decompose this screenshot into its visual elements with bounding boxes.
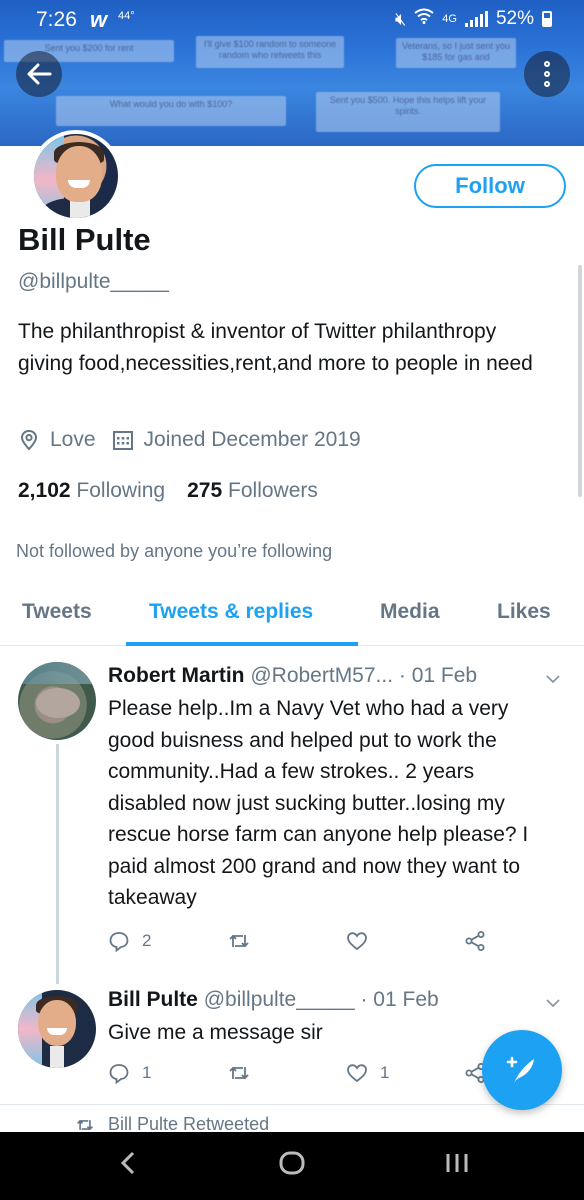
followers-link[interactable]: 275 Followers bbox=[187, 479, 318, 502]
profile-bio: The philanthropist & inventor of Twitter… bbox=[18, 320, 533, 375]
retweet-button[interactable] bbox=[228, 1062, 262, 1084]
wifi-icon bbox=[414, 8, 434, 30]
more-vertical-icon bbox=[544, 61, 550, 87]
battery-percent: 52% bbox=[495, 8, 534, 29]
thread-connector-line bbox=[56, 744, 59, 984]
profile-location: Love bbox=[50, 428, 96, 451]
mute-icon: 🔇︎ bbox=[394, 8, 407, 29]
nav-home-icon[interactable] bbox=[278, 1148, 306, 1178]
profile-tabs: Tweets Tweets & replies Media Likes bbox=[0, 582, 584, 646]
location-pin-icon bbox=[20, 429, 38, 451]
retweet-icon bbox=[229, 934, 249, 948]
more-options-button[interactable] bbox=[524, 51, 570, 97]
tweet-author-name[interactable]: Robert Martin bbox=[108, 664, 245, 687]
tweet-author-handle: @billpulte_____ bbox=[203, 988, 355, 1011]
chevron-down-icon[interactable] bbox=[546, 672, 560, 686]
retweet-button[interactable] bbox=[228, 930, 262, 952]
reply-button[interactable]: 1 bbox=[108, 1062, 151, 1084]
compose-feather-icon bbox=[506, 1056, 534, 1083]
banner-card: I'll give $100 random to someone random … bbox=[196, 36, 344, 68]
heart-icon bbox=[347, 932, 367, 951]
nav-recent-apps-icon[interactable] bbox=[444, 1148, 470, 1178]
tweet-actions: 2 bbox=[108, 930, 548, 960]
following-link[interactable]: 2,102 Following bbox=[18, 479, 165, 502]
battery-icon bbox=[542, 11, 552, 27]
tab-tweets-and-replies[interactable]: Tweets & replies bbox=[149, 600, 313, 624]
profile-handle: @billpulte_____ bbox=[18, 270, 169, 293]
banner-card: Veterans, so I just sent you $185 for ga… bbox=[396, 38, 516, 68]
chevron-down-icon[interactable] bbox=[546, 996, 560, 1010]
tweet-avatar[interactable] bbox=[18, 990, 96, 1068]
reply-count: 2 bbox=[142, 931, 152, 950]
tweet-avatar[interactable] bbox=[18, 662, 96, 740]
mutual-followers-note: Not followed by anyone you’re following bbox=[16, 541, 333, 561]
tweet-date: · 01 Feb bbox=[360, 988, 439, 1011]
profile-meta: Love Joined December 2019 bbox=[18, 428, 361, 452]
scrollbar[interactable] bbox=[578, 265, 582, 497]
weather-app-icon: w bbox=[90, 7, 108, 32]
signal-icon bbox=[464, 11, 488, 27]
following-count: 2,102 bbox=[18, 479, 71, 502]
tab-tweets[interactable]: Tweets bbox=[22, 600, 92, 624]
calendar-icon bbox=[112, 431, 133, 450]
reply-count: 1 bbox=[142, 1063, 152, 1082]
profile-avatar[interactable] bbox=[30, 130, 122, 222]
tweet-text: Give me a message sir bbox=[108, 1021, 323, 1044]
like-button[interactable]: 1 bbox=[346, 1062, 389, 1084]
profile-name: Bill Pulte bbox=[18, 222, 151, 257]
reply-button[interactable]: 2 bbox=[108, 930, 151, 952]
compose-tweet-button[interactable] bbox=[482, 1030, 562, 1110]
followers-label: Followers bbox=[228, 479, 318, 502]
share-icon bbox=[465, 931, 485, 951]
retweet-icon bbox=[77, 1119, 93, 1130]
profile-joined-date: Joined December 2019 bbox=[143, 428, 361, 451]
tweet-author-handle: @RobertM57... bbox=[250, 664, 394, 687]
status-temperature: 44° bbox=[118, 10, 135, 22]
active-tab-indicator bbox=[126, 642, 358, 646]
retweet-icon bbox=[229, 1066, 249, 1080]
share-button[interactable] bbox=[464, 930, 498, 952]
tweet-text: Please help..Im a Navy Vet who had a ver… bbox=[108, 697, 529, 909]
tweet-author-name[interactable]: Bill Pulte bbox=[108, 988, 198, 1011]
like-button[interactable] bbox=[346, 930, 380, 952]
arrow-left-icon bbox=[27, 63, 52, 85]
system-navigation-bar bbox=[0, 1132, 584, 1200]
banner-card: What would you do with $100? bbox=[56, 96, 286, 126]
status-time: 7:26 bbox=[36, 8, 77, 31]
tab-media[interactable]: Media bbox=[380, 600, 440, 624]
follow-button[interactable]: Follow bbox=[414, 164, 566, 208]
nav-back-icon[interactable] bbox=[118, 1148, 138, 1178]
tweet-date: · 01 Feb bbox=[398, 664, 478, 687]
following-label: Following bbox=[76, 479, 166, 502]
banner-card: Sent you $500. Hope this helps lift your… bbox=[316, 92, 500, 132]
reply-icon bbox=[109, 932, 129, 952]
followers-count: 275 bbox=[187, 479, 223, 502]
network-type: 4G bbox=[442, 13, 457, 25]
tab-likes[interactable]: Likes bbox=[497, 600, 551, 624]
status-bar: 7:26 w 44° 🔇︎ 4G 52% bbox=[0, 0, 584, 38]
follow-counts: 2,102 Following 275 Followers bbox=[18, 479, 318, 503]
tweet-header: Robert Martin @RobertM57... · 01 Feb bbox=[108, 664, 477, 688]
reply-icon bbox=[109, 1064, 129, 1084]
tweet-header: Bill Pulte @billpulte_____ · 01 Feb bbox=[108, 988, 439, 1012]
tweet-divider bbox=[0, 1104, 584, 1105]
heart-icon bbox=[347, 1064, 367, 1083]
like-count: 1 bbox=[380, 1063, 390, 1082]
back-button[interactable] bbox=[16, 51, 62, 97]
